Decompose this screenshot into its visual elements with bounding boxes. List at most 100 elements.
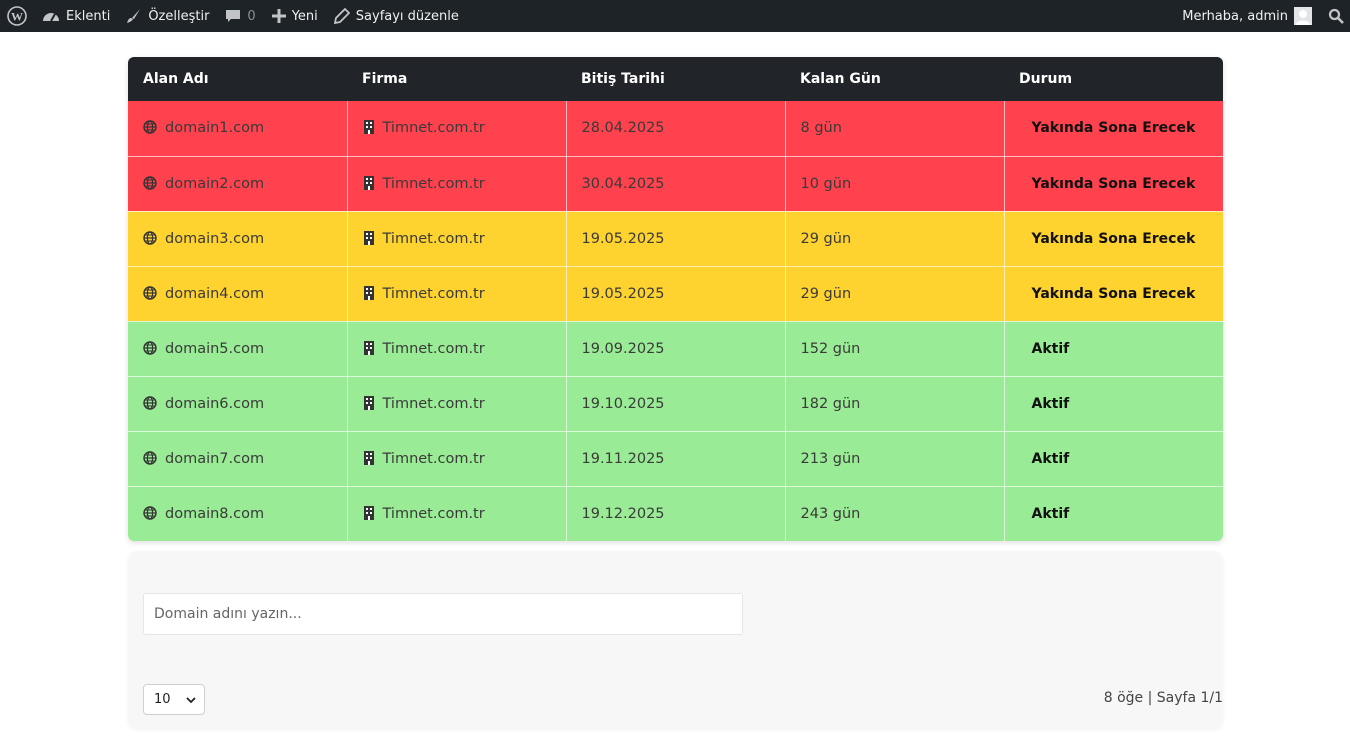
company-cell: Timnet.com.tr: [347, 156, 567, 212]
column-header-company[interactable]: Firma: [347, 57, 566, 101]
brush-icon: [126, 8, 142, 24]
company-cell: Timnet.com.tr: [347, 376, 567, 432]
globe-icon: [143, 395, 157, 410]
company-name: Timnet.com.tr: [382, 285, 485, 302]
column-header-end-date[interactable]: Bitiş Tarihi: [566, 57, 785, 101]
globe-icon: [143, 120, 157, 134]
domain-search-input[interactable]: [143, 593, 743, 635]
column-header-days-left[interactable]: Kalan Gün: [785, 57, 1004, 101]
company-name: Timnet.com.tr: [382, 120, 485, 137]
globe-icon: [143, 450, 157, 465]
dashboard-gauge-icon: [42, 8, 60, 24]
table-row: domain6.com Timnet.com.tr 19.10.2025 182…: [128, 376, 1223, 432]
table-row: domain3.com Timnet.com.tr 19.05.2025 29 …: [128, 211, 1223, 267]
table-row: domain1.com Timnet.com.tr 28.04.2025 8 g…: [128, 101, 1223, 157]
company-cell: Timnet.com.tr: [347, 266, 567, 322]
edit-page-link[interactable]: Sayfayı düzenle: [326, 0, 467, 32]
domain-name: domain4.com: [165, 285, 265, 302]
admin-bar: W Eklenti Özelleştir 0 Yeni Sayfayı düze…: [0, 0, 1350, 32]
pencil-icon: [333, 8, 350, 24]
search-icon: [1328, 8, 1344, 24]
globe-icon: [143, 175, 157, 190]
end-date-cell: 19.11.2025: [566, 431, 786, 487]
domain-cell: domain3.com: [128, 211, 348, 267]
end-date-cell: 30.04.2025: [566, 156, 786, 212]
end-date-cell: 28.04.2025: [566, 101, 786, 157]
domain-name: domain5.com: [165, 340, 265, 357]
customize-label: Özelleştir: [148, 8, 210, 24]
per-page-select[interactable]: 10: [143, 684, 205, 715]
days-left-cell: 8 gün: [785, 101, 1005, 157]
domain-cell: domain8.com: [128, 486, 348, 541]
my-account-menu[interactable]: Merhaba, admin: [1174, 0, 1320, 32]
building-icon: [363, 450, 374, 465]
plugins-label: Eklenti: [66, 8, 111, 24]
new-content-menu[interactable]: Yeni: [264, 0, 326, 32]
company-cell: Timnet.com.tr: [347, 101, 567, 157]
globe-icon: [143, 285, 157, 300]
admin-search-button[interactable]: [1320, 0, 1350, 32]
comments-menu[interactable]: 0: [217, 0, 263, 32]
domain-cell: domain2.com: [128, 156, 348, 212]
status-cell: Yakında Sona Erecek: [1004, 266, 1223, 322]
days-left-cell: 243 gün: [785, 486, 1005, 541]
domain-cell: domain1.com: [128, 101, 348, 157]
table-body: domain1.com Timnet.com.tr 28.04.2025 8 g…: [128, 101, 1223, 541]
status-cell: Yakında Sona Erecek: [1004, 156, 1223, 212]
domain-table: Alan Adı Firma Bitiş Tarihi Kalan Gün Du…: [128, 57, 1223, 541]
company-cell: Timnet.com.tr: [347, 321, 567, 377]
days-left-cell: 213 gün: [785, 431, 1005, 487]
status-cell: Aktif: [1004, 486, 1223, 541]
plugins-menu[interactable]: Eklenti: [34, 0, 118, 32]
domain-cell: domain7.com: [128, 431, 348, 487]
new-label: Yeni: [291, 8, 318, 24]
status-cell: Yakında Sona Erecek: [1004, 101, 1223, 157]
company-name: Timnet.com.tr: [382, 505, 485, 522]
admin-bar-right: Merhaba, admin: [1174, 0, 1350, 32]
company-cell: Timnet.com.tr: [347, 431, 567, 487]
building-icon: [363, 120, 374, 135]
days-left-cell: 10 gün: [785, 156, 1005, 212]
globe-icon: [143, 340, 157, 355]
domain-name: domain2.com: [165, 175, 265, 192]
table-row: domain5.com Timnet.com.tr 19.09.2025 152…: [128, 321, 1223, 377]
status-cell: Aktif: [1004, 376, 1223, 432]
company-name: Timnet.com.tr: [382, 175, 485, 192]
per-page-value: 10: [154, 692, 171, 707]
end-date-cell: 19.10.2025: [566, 376, 786, 432]
domain-cell: domain5.com: [128, 321, 348, 377]
chevron-down-icon: [186, 697, 196, 704]
status-cell: Aktif: [1004, 431, 1223, 487]
table-controls-panel: 10 8 öğe | Sayfa 1/1: [128, 551, 1223, 729]
domain-name: domain7.com: [165, 450, 265, 467]
domain-cell: domain4.com: [128, 266, 348, 322]
comments-count: 0: [247, 8, 256, 24]
company-cell: Timnet.com.tr: [347, 211, 567, 267]
globe-icon: [143, 230, 157, 245]
comment-bubble-icon: [225, 8, 241, 24]
table-header-row: Alan Adı Firma Bitiş Tarihi Kalan Gün Du…: [128, 57, 1223, 101]
domain-name: domain1.com: [165, 120, 265, 137]
days-left-cell: 182 gün: [785, 376, 1005, 432]
column-header-status[interactable]: Durum: [1004, 57, 1223, 101]
building-icon: [363, 175, 374, 190]
end-date-cell: 19.12.2025: [566, 486, 786, 541]
days-left-cell: 29 gün: [785, 266, 1005, 322]
domain-name: domain3.com: [165, 230, 265, 247]
column-header-domain[interactable]: Alan Adı: [128, 57, 347, 101]
days-left-cell: 152 gün: [785, 321, 1005, 377]
wordpress-logo-button[interactable]: W: [0, 0, 34, 32]
customize-menu[interactable]: Özelleştir: [118, 0, 217, 32]
avatar: [1294, 7, 1312, 25]
status-cell: Aktif: [1004, 321, 1223, 377]
table-row: domain7.com Timnet.com.tr 19.11.2025 213…: [128, 431, 1223, 487]
domain-name: domain6.com: [165, 395, 265, 412]
company-name: Timnet.com.tr: [382, 230, 485, 247]
domain-cell: domain6.com: [128, 376, 348, 432]
company-name: Timnet.com.tr: [382, 340, 485, 357]
end-date-cell: 19.09.2025: [566, 321, 786, 377]
status-cell: Yakında Sona Erecek: [1004, 211, 1223, 267]
building-icon: [363, 285, 374, 300]
table-row: domain4.com Timnet.com.tr 19.05.2025 29 …: [128, 266, 1223, 322]
end-date-cell: 19.05.2025: [566, 211, 786, 267]
